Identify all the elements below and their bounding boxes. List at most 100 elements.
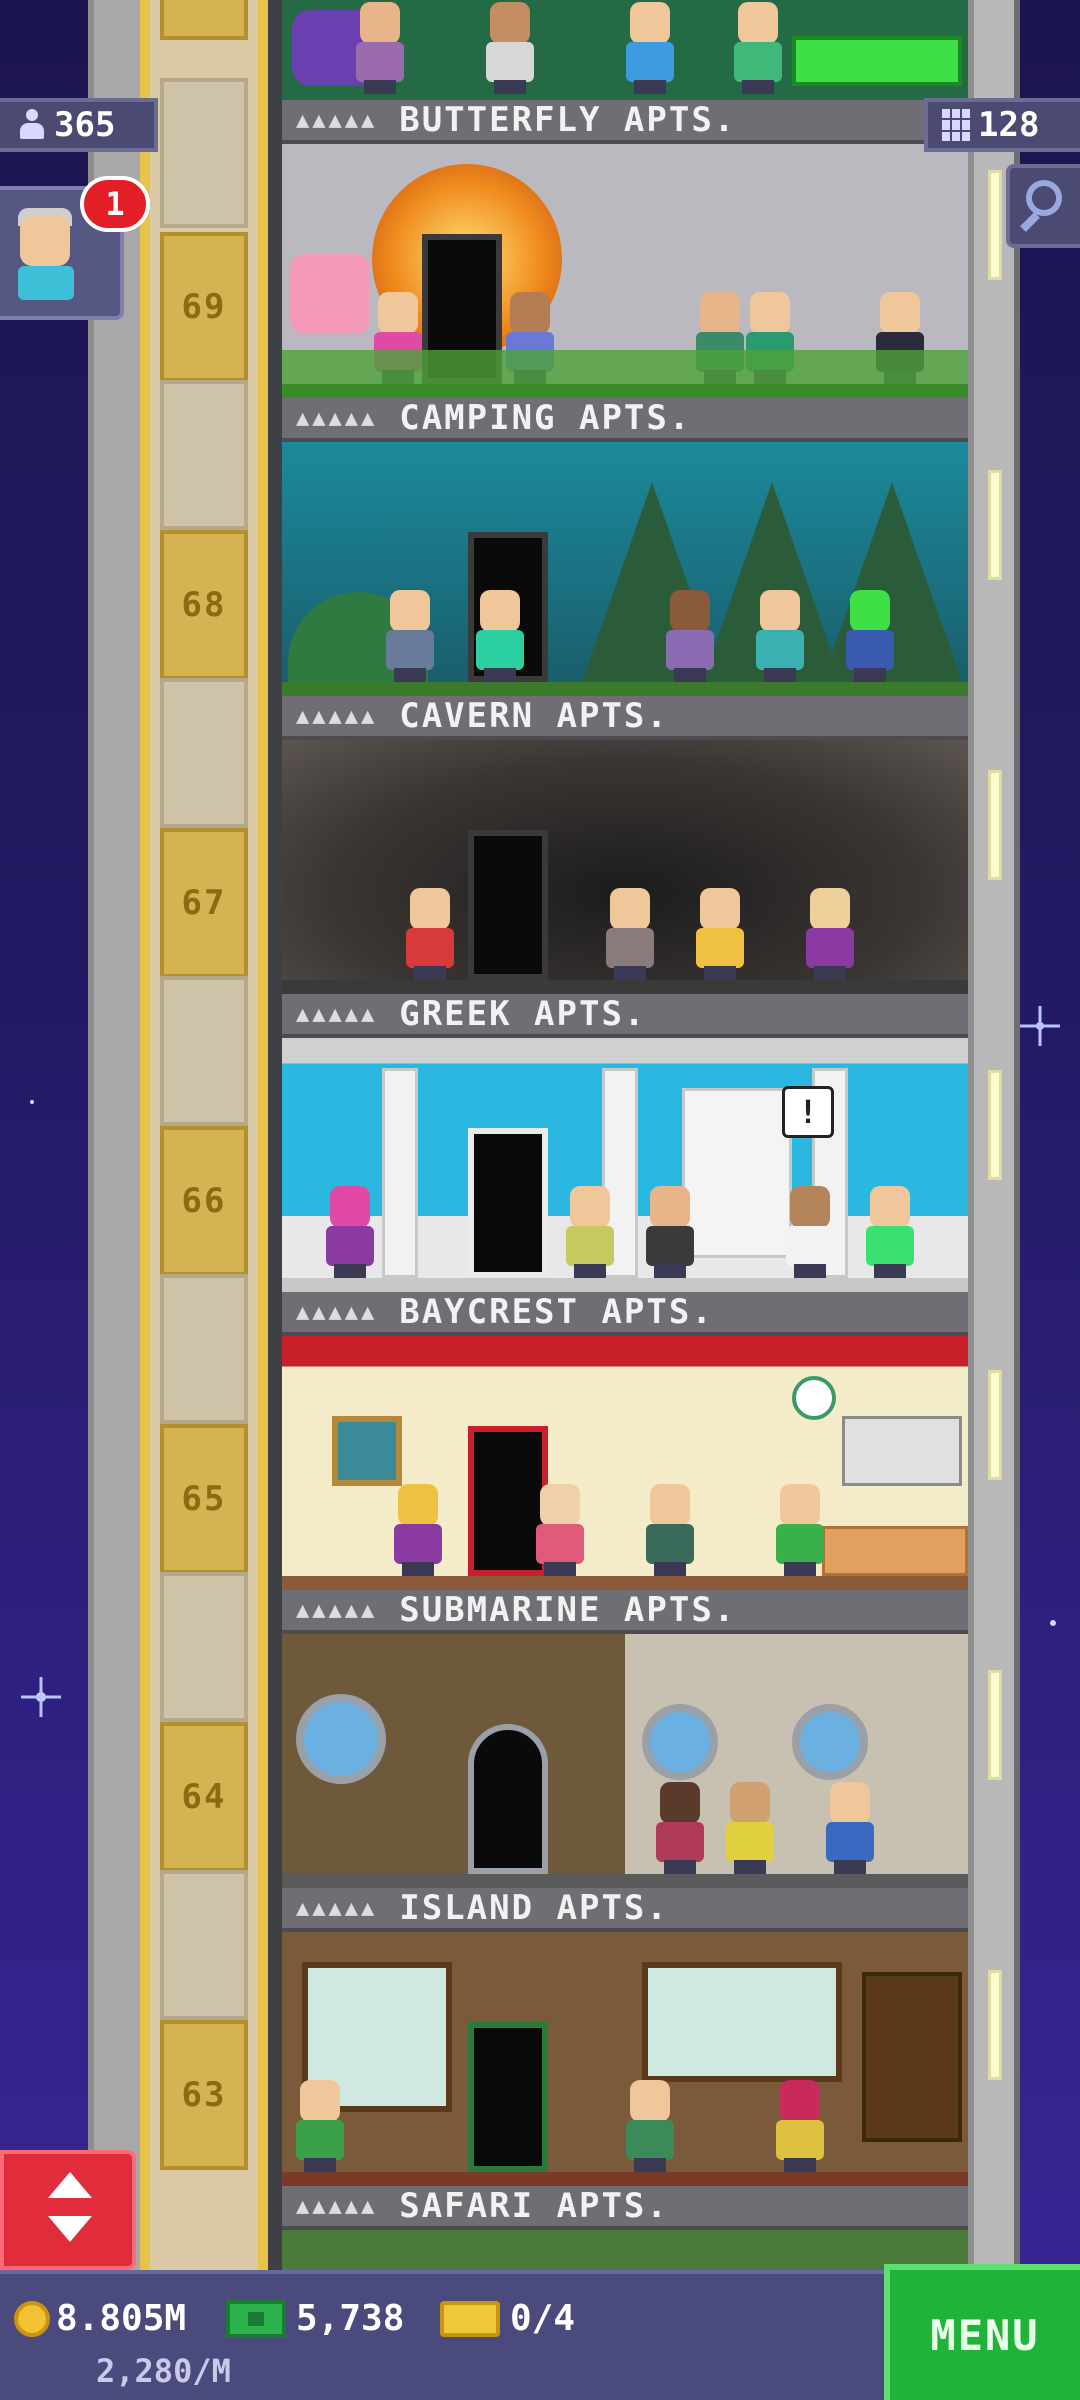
bitizen[interactable] [772,1484,828,1576]
floor-island[interactable]: ▲▲▲▲▲ ISLAND APTS. [282,1888,968,2186]
bitizen[interactable] [662,590,718,682]
bitizen[interactable] [382,590,438,682]
bitizen[interactable] [772,2080,828,2172]
clock-icon [792,1376,836,1420]
apartment-door[interactable] [468,1724,548,1874]
coin-rate: 2,280/M [96,2352,231,2390]
floor-number-68: 68 [160,530,248,680]
floor-greek[interactable]: ▲▲▲▲▲ GREEK APTS. ! [282,994,968,1292]
alert-bubble-icon[interactable]: ! [782,1086,834,1138]
search-button[interactable] [1006,164,1080,248]
floor-name: ISLAND APTS. [399,1888,669,1928]
menu-button[interactable]: MENU [884,2264,1080,2400]
floor-submarine[interactable]: ▲▲▲▲▲ SUBMARINE APTS. [282,1590,968,1888]
floor-stars: ▲▲▲▲▲ [296,2193,378,2219]
bitizen[interactable] [752,590,808,682]
floor-name: SUBMARINE APTS. [399,1590,737,1630]
shaft-gap [160,678,248,828]
window-light [988,470,1002,580]
floor-name: BAYCREST APTS. [399,1292,714,1332]
floor-stars: ▲▲▲▲▲ [296,1001,378,1027]
bitizen[interactable] [822,1782,878,1874]
bitizen[interactable] [862,1186,918,1278]
bitizen[interactable] [322,1186,378,1278]
star-icon [36,1692,46,1702]
floor-name: CAVERN APTS. [399,696,669,736]
floor-label: ▲▲▲▲▲ BAYCREST APTS. [282,1292,968,1336]
floor-number-67: 67 [160,828,248,978]
bitizen[interactable] [722,1782,778,1874]
floor-label: ▲▲▲▲▲ SUBMARINE APTS. [282,1590,968,1634]
floor-stars: ▲▲▲▲▲ [296,405,378,431]
floor-scene: ! [282,1038,968,1292]
floor-name: SAFARI APTS. [399,2186,669,2226]
shaft-gap [160,78,248,228]
elevator-button[interactable] [0,2150,136,2270]
bux-display[interactable]: 5,738 [226,2298,404,2339]
window-light [988,770,1002,880]
notification-badge[interactable]: 1 [80,176,150,232]
avatar [20,216,70,266]
porthole-icon [642,1704,718,1780]
bitizen[interactable] [622,2,678,94]
bitizen[interactable] [642,1484,698,1576]
floor-70-scene[interactable] [282,0,968,100]
bitizen[interactable] [532,1484,588,1576]
window-light [988,1970,1002,2080]
floor-number-64: 64 [160,1722,248,1872]
floor-baycrest[interactable]: ▲▲▲▲▲ BAYCREST APTS. [282,1292,968,1590]
shaft-gap [160,1572,248,1722]
floor-label: ▲▲▲▲▲ ISLAND APTS. [282,1888,968,1932]
bitizen[interactable] [802,888,858,980]
floor-name: CAMPING APTS. [399,398,692,438]
apartment-door[interactable] [468,830,548,980]
floor-name: BUTTERFLY APTS. [399,100,737,140]
bitizen[interactable] [352,2,408,94]
shaft-gap [160,1274,248,1424]
floor-stars: ▲▲▲▲▲ [296,1895,378,1921]
window-light [988,1370,1002,1480]
coin-icon [14,2300,50,2337]
floor-camping[interactable]: ▲▲▲▲▲ CAMPING APTS. [282,398,968,696]
porthole-icon [296,1694,386,1784]
counter-icon [792,36,962,86]
floor-label: ▲▲▲▲▲ BUTTERFLY APTS. [282,100,968,144]
population-icon [18,109,46,141]
bitizen[interactable] [692,888,748,980]
bitizen[interactable] [482,2,538,94]
window-light [988,1070,1002,1180]
column-icon [382,1068,418,1278]
bitizen[interactable] [472,590,528,682]
floor-number-65: 65 [160,1424,248,1574]
arrow-up-icon [48,2172,92,2198]
floor-butterfly[interactable]: ▲▲▲▲▲ BUTTERFLY APTS. [282,100,968,398]
bitizen[interactable] [562,1186,618,1278]
coins-value: 8.805M [56,2298,187,2339]
bitizen[interactable] [390,1484,446,1576]
apartment-door[interactable] [468,2022,548,2172]
coins-display[interactable]: 8.805M [14,2298,186,2339]
bitizen[interactable] [292,2080,348,2172]
bitizen[interactable] [402,888,458,980]
floor-scene [282,740,968,994]
floor-cavern[interactable]: ▲▲▲▲▲ CAVERN APTS. [282,696,968,994]
floor-stars: ▲▲▲▲▲ [296,1597,378,1623]
star-icon [1036,1022,1044,1030]
population-badge[interactable]: 365 [0,98,158,152]
floor-scene [282,1932,968,2186]
apartment-door[interactable] [468,1128,548,1278]
bitizen[interactable] [622,2080,678,2172]
floors-count-badge[interactable]: 128 [924,98,1080,152]
floor-name: GREEK APTS. [399,994,647,1034]
bitizen[interactable] [602,888,658,980]
sofa-icon [290,254,370,334]
tickets-value: 0/4 [510,2298,576,2339]
bitizen[interactable] [652,1782,708,1874]
bitizen[interactable] [730,2,786,94]
elevator-shaft[interactable]: 70 69 68 67 66 65 64 63 [140,0,268,2270]
floor-safari[interactable]: ▲▲▲▲▲ SAFARI APTS. [282,2186,968,2270]
bitizen[interactable] [782,1186,838,1278]
tickets-display[interactable]: 0/4 [440,2298,575,2339]
bitizen[interactable] [642,1186,698,1278]
bitizen[interactable] [842,590,898,682]
